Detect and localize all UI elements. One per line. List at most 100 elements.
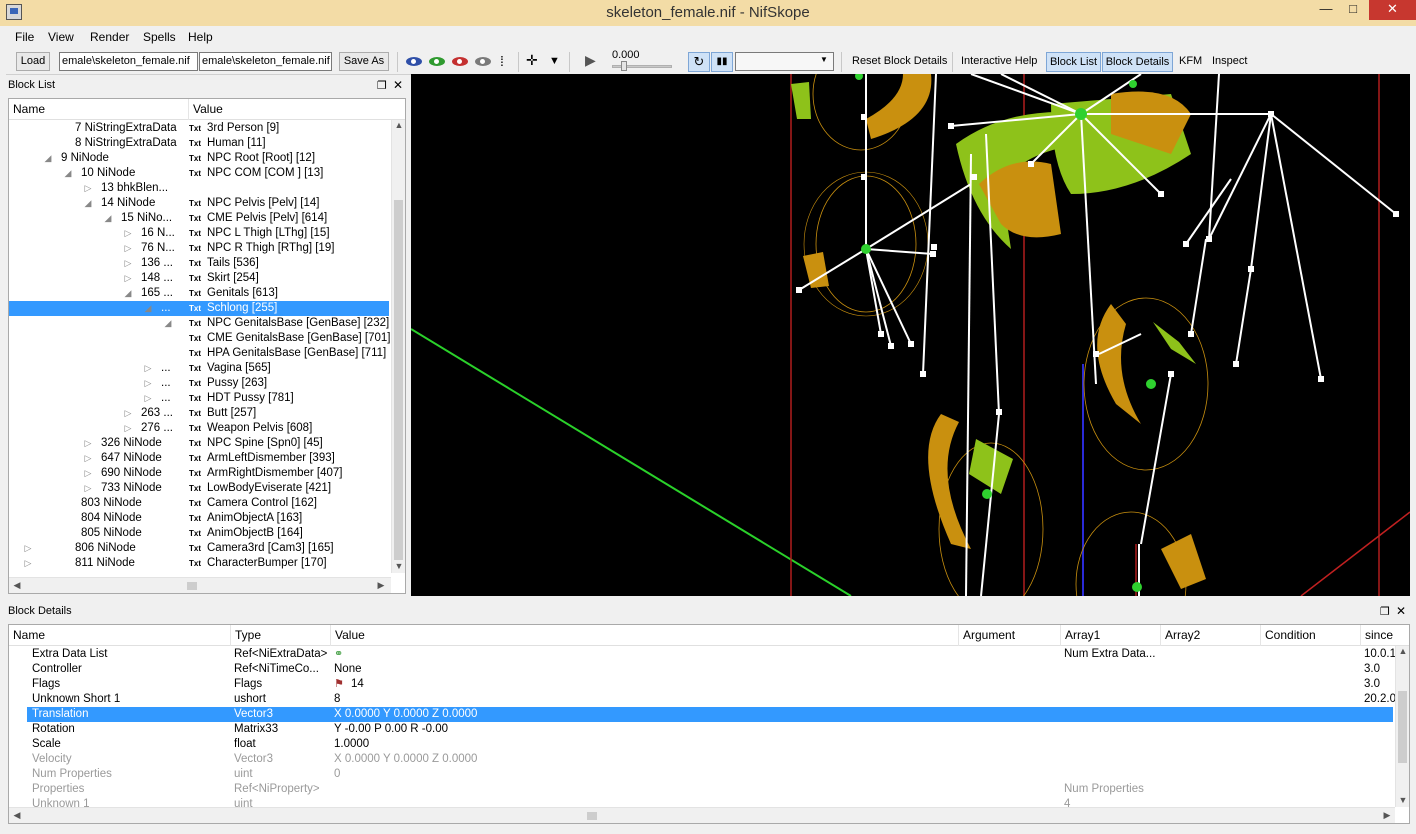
float-icon[interactable]: ❐ (1380, 606, 1390, 618)
collapse-arrow-icon[interactable]: ◢ (143, 301, 153, 316)
detail-row[interactable]: Rotation Matrix33 Y -0.00 P 0.00 R -0.00 (9, 722, 1393, 737)
menu-view[interactable]: View (48, 30, 74, 44)
expand-arrow-icon[interactable]: ▷ (143, 361, 153, 376)
tree-row[interactable]: ▷13 bhkBlen...Txt (9, 181, 389, 196)
maximize-button[interactable]: □ (1340, 0, 1366, 20)
detail-row[interactable]: Flags Flags 14 3.0 ⚑ (9, 677, 1393, 692)
column-condition[interactable]: Condition (1261, 625, 1361, 646)
tree-row[interactable]: ▷ 148 ... Txt Skirt [254] (9, 271, 389, 286)
detail-row[interactable]: Scale float 1.0000 (9, 737, 1393, 752)
tree-row[interactable]: ▷ 76 N... Txt NPC R Thigh [RThg] [19] (9, 241, 389, 256)
collapse-arrow-icon[interactable]: ◢ (63, 166, 73, 181)
detail-row[interactable]: Velocity Vector3 X 0.0000 Y 0.0000 Z 0.000… (9, 752, 1393, 767)
tree-row[interactable]: ◢... Txt Schlong [255] (9, 301, 389, 316)
minimize-button[interactable]: — (1312, 0, 1340, 20)
kfm-button[interactable]: KFM (1179, 55, 1202, 67)
vscroll-thumb[interactable] (1398, 691, 1407, 763)
eye-green-icon[interactable] (429, 57, 445, 66)
column-array1[interactable]: Array1 (1061, 625, 1161, 646)
tree-row[interactable]: Txt CME GenitalsBase [GenBase] [701] (9, 331, 390, 346)
hscroll-thumb[interactable] (587, 812, 597, 820)
tree-row[interactable]: ▷ 811 NiNode Txt CharacterBumper [170] (9, 556, 389, 571)
tree-row[interactable]: 803 NiNode Txt Camera Control [162] (9, 496, 389, 511)
expand-arrow-icon[interactable]: ▷ (123, 226, 133, 241)
tree-row[interactable]: ▷ 733 NiNode Txt LowBodyEviserate [421] (9, 481, 389, 496)
close-button[interactable]: ✕ (1369, 0, 1416, 20)
eye-red-icon[interactable] (452, 57, 468, 66)
column-value[interactable]: Value (189, 99, 389, 120)
eye-blue-icon[interactable] (406, 57, 422, 66)
menu-file[interactable]: File (15, 30, 34, 44)
skeleton-render[interactable] (411, 74, 1410, 596)
tree-row[interactable]: Txt HPA GenitalsBase [GenBase] [711] (9, 346, 389, 361)
expand-arrow-icon[interactable]: ▷ (83, 451, 93, 466)
expand-arrow-icon[interactable]: ▷ (143, 391, 153, 406)
detail-row[interactable]: Unknown Short 1 ushort 8 20.2.0 (9, 692, 1396, 707)
expand-arrow-icon[interactable]: ▷ (123, 421, 133, 436)
chevron-down-icon[interactable]: ▼ (549, 55, 560, 67)
tree-row[interactable]: ▷ 136 ... Txt Tails [536] (9, 256, 389, 271)
play-icon[interactable]: ▶ (585, 52, 596, 69)
save-path-input[interactable]: emale\skeleton_female.nif (199, 52, 332, 71)
menu-spells[interactable]: Spells (143, 30, 176, 44)
tree-row[interactable]: ▷ 647 NiNode Txt ArmLeftDismember [393] (9, 451, 389, 466)
column-type[interactable]: Type (231, 625, 331, 646)
scroll-up-icon[interactable]: ▲ (391, 120, 405, 130)
column-argument[interactable]: Argument (959, 625, 1061, 646)
detail-row[interactable]: Controller Ref<NiTimeCo... None 3.0 (9, 662, 1393, 677)
close-icon[interactable]: ✕ (1396, 605, 1406, 617)
footprint-icon[interactable]: ⁞ (500, 53, 504, 69)
save-as-button[interactable]: Save As (339, 52, 389, 71)
scroll-right-icon[interactable]: ▶ (373, 580, 389, 591)
scroll-down-icon[interactable]: ▼ (1395, 795, 1409, 805)
menu-help[interactable]: Help (188, 30, 213, 44)
tree-row[interactable]: 805 NiNode Txt AnimObjectB [164] (9, 526, 389, 541)
block-details-toggle[interactable]: Block Details (1102, 52, 1173, 72)
block-list-toggle[interactable]: Block List (1046, 52, 1101, 72)
column-array2[interactable]: Array2 (1161, 625, 1261, 646)
tree-row[interactable]: ▷ 806 NiNode Txt Camera3rd [Cam3] [165] (9, 541, 389, 556)
column-name[interactable]: Name (9, 99, 189, 120)
hscroll-thumb[interactable] (187, 582, 197, 590)
eye-grey-icon[interactable] (475, 57, 491, 66)
load-path-input[interactable]: emale\skeleton_female.nif (59, 52, 198, 71)
reset-block-details-button[interactable]: Reset Block Details (852, 55, 947, 67)
collapse-arrow-icon[interactable]: ◢ (43, 151, 53, 166)
detail-row[interactable]: Extra Data List Ref<NiExtraData> Num Extra… (9, 647, 1396, 662)
tree-row[interactable]: ◢ 14 NiNode Txt NPC Pelvis [Pelv] [14] (9, 196, 389, 211)
menu-render[interactable]: Render (90, 30, 129, 44)
expand-arrow-icon[interactable]: ▷ (123, 241, 133, 256)
switch-icon[interactable]: ▮▮ (711, 52, 733, 72)
scroll-left-icon[interactable]: ◀ (9, 810, 25, 821)
expand-arrow-icon[interactable]: ▷ (83, 481, 93, 496)
expand-arrow-icon[interactable]: ▷ (83, 181, 93, 196)
expand-arrow-icon[interactable]: ▷ (83, 466, 93, 481)
detail-row[interactable]: Properties Ref<NiProperty> Num Properties (9, 782, 1393, 797)
expand-arrow-icon[interactable]: ▷ (23, 556, 33, 571)
block-details-table[interactable]: Name Type Value Argument Array1 Array2 C… (8, 624, 1410, 824)
block-list-tree[interactable]: Name Value 7 NiStringExtraData Txt 3rd Per… (8, 98, 406, 594)
expand-arrow-icon[interactable]: ▷ (123, 271, 133, 286)
block-list-vscrollbar[interactable]: ▲ ▼ (391, 120, 405, 573)
tree-row[interactable]: ▷ 263 ... Txt Butt [257] (9, 406, 389, 421)
collapse-arrow-icon[interactable]: ◢ (83, 196, 93, 211)
expand-arrow-icon[interactable]: ▷ (143, 376, 153, 391)
tree-row[interactable]: ▷ 690 NiNode Txt ArmRightDismember [407] (9, 466, 389, 481)
collapse-arrow-icon[interactable]: ◢ (123, 286, 133, 301)
expand-arrow-icon[interactable]: ▷ (123, 406, 133, 421)
details-vscrollbar[interactable]: ▲ ▼ (1395, 646, 1409, 807)
expand-arrow-icon[interactable]: ▷ (83, 436, 93, 451)
float-icon[interactable]: ❐ (377, 80, 387, 92)
collapse-arrow-icon[interactable]: ◢ (103, 211, 113, 226)
interactive-help-button[interactable]: Interactive Help (961, 55, 1037, 67)
tree-row[interactable]: 7 NiStringExtraData Txt 3rd Person [9] (9, 121, 389, 136)
tree-row[interactable]: ▷ 276 ... Txt Weapon Pelvis [608] (9, 421, 389, 436)
tree-row[interactable]: 804 NiNode Txt AnimObjectA [163] (9, 511, 389, 526)
details-hscrollbar[interactable]: ◀ ▶ (9, 807, 1395, 823)
tree-row[interactable]: ◢ 9 NiNode Txt NPC Root [Root] [12] (9, 151, 389, 166)
tree-row[interactable]: ◢ Txt NPC GenitalsBase [GenBase] [232] (9, 316, 390, 331)
close-icon[interactable]: ✕ (393, 79, 403, 91)
chevron-down-icon[interactable]: ▼ (820, 55, 828, 64)
column-since[interactable]: since (1361, 625, 1409, 646)
expand-arrow-icon[interactable]: ▷ (123, 256, 133, 271)
